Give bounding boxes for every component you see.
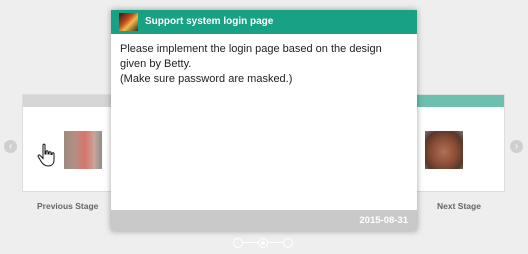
hand-pointer-icon xyxy=(37,143,55,167)
description-line: (Make sure password are masked.) xyxy=(120,73,293,85)
previous-stage-photo xyxy=(64,131,102,169)
task-card: Support system login page Please impleme… xyxy=(111,10,417,231)
description-line: given by Betty. xyxy=(120,58,192,70)
pager xyxy=(233,237,295,249)
description-line: Please implement the login page based on… xyxy=(120,43,382,55)
pager-dot-3[interactable] xyxy=(283,238,293,248)
pager-dot-1[interactable] xyxy=(233,238,243,248)
previous-arrow-icon[interactable]: ‹ xyxy=(4,140,17,153)
task-description: Please implement the login page based on… xyxy=(120,42,407,87)
task-thumbnail xyxy=(119,13,138,31)
task-card-footer: 2015-08-31 xyxy=(111,210,417,231)
task-title: Support system login page xyxy=(145,16,274,27)
next-stage-label[interactable]: Next Stage xyxy=(437,201,481,211)
task-date: 2015-08-31 xyxy=(359,215,408,226)
next-stage-photo xyxy=(425,131,463,169)
previous-stage-card[interactable] xyxy=(22,94,122,192)
pager-dot-2[interactable] xyxy=(258,238,268,248)
previous-stage-bar xyxy=(23,95,121,107)
next-arrow-icon[interactable]: › xyxy=(510,140,523,153)
previous-stage-label[interactable]: Previous Stage xyxy=(37,201,98,211)
task-card-header: Support system login page xyxy=(111,10,417,34)
